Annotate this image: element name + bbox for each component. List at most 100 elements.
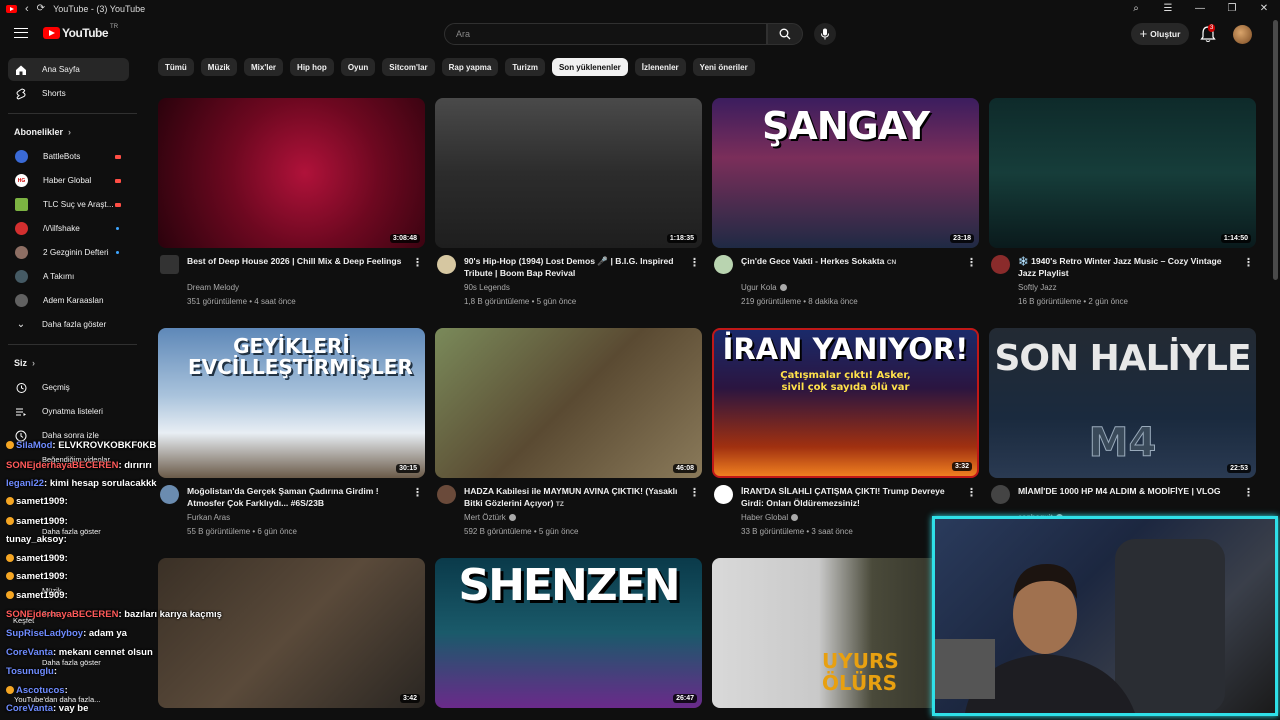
video-thumbnail[interactable]: 1:18:35 <box>435 98 702 248</box>
channel-name[interactable]: Mert Öztürk <box>464 513 516 522</box>
channel-name[interactable]: Ugur Kola <box>741 283 787 292</box>
video-thumbnail[interactable]: ŞANGAY 23:18 <box>712 98 979 248</box>
channel-avatar <box>15 246 28 259</box>
hamburger-menu-icon[interactable] <box>14 28 28 38</box>
sidebar-item-a-takimi[interactable]: A Takımı <box>8 265 129 288</box>
video-title[interactable]: MİAMİ'DE 1000 HP M4 ALDIM & MODİFİYE | V… <box>1018 485 1240 497</box>
video-thumbnail[interactable]: SHENZEN 26:47 <box>435 558 702 708</box>
video-stats: 16 B görüntüleme • 2 gün önce <box>1018 297 1128 306</box>
chat-badge-icon <box>6 497 14 506</box>
chip-gaming[interactable]: Oyun <box>340 58 376 76</box>
sidebar-item-home[interactable]: Ana Sayfa <box>8 58 129 81</box>
back-icon[interactable]: ‹ <box>25 3 29 15</box>
channel-avatar[interactable] <box>991 255 1010 274</box>
search-button[interactable] <box>767 23 803 45</box>
chip-tourism[interactable]: Turizm <box>505 58 545 76</box>
playlist-icon <box>15 406 27 418</box>
sidebar-item-playlists[interactable]: Oynatma listeleri <box>8 400 129 423</box>
sidebar-item-shorts[interactable]: Shorts <box>8 82 129 105</box>
more-options-icon[interactable]: ⋮ <box>689 256 700 269</box>
menu-icon[interactable]: ☰ <box>1152 3 1184 14</box>
chip-music[interactable]: Müzik <box>200 58 238 76</box>
channel-avatar[interactable] <box>437 255 456 274</box>
sidebar-item-battlebots[interactable]: BattleBots <box>8 145 129 168</box>
video-title[interactable]: İRAN'DA SİLAHLI ÇATIŞMA ÇIKTI! Trump Dev… <box>741 485 963 509</box>
thumbnail-caption: UYURS ÖLÜRS <box>822 649 899 695</box>
sidebar-show-more[interactable]: ⌄ Daha fazla göster <box>8 313 129 336</box>
more-options-icon[interactable]: ⋮ <box>412 486 423 499</box>
chat-text: : <box>64 571 68 582</box>
sidebar-item-history[interactable]: Geçmiş <box>8 376 129 399</box>
channel-avatar[interactable] <box>714 485 733 504</box>
video-thumbnail[interactable]: İRAN YANIYOR! Çatışmalar çıktı! Asker, s… <box>712 328 979 478</box>
video-title[interactable]: ❄️ 1940's Retro Winter Jazz Music – Cozy… <box>1018 255 1240 279</box>
sidebar-item-haber-global[interactable]: HG Haber Global <box>8 169 129 192</box>
more-options-icon[interactable]: ⋮ <box>412 256 423 269</box>
chip-recently-uploaded[interactable]: Son yüklenenler <box>551 58 628 76</box>
more-options-icon[interactable]: ⋮ <box>966 256 977 269</box>
chip-rap[interactable]: Rap yapma <box>441 58 499 76</box>
channel-avatar <box>15 222 28 235</box>
chip-mixes[interactable]: Mix'ler <box>244 58 284 76</box>
more-options-icon[interactable]: ⋮ <box>689 486 700 499</box>
duration-badge: 22:53 <box>1227 464 1251 473</box>
chip-hip-hop[interactable]: Hip hop <box>290 58 334 76</box>
reload-icon[interactable]: ⟳ <box>37 3 45 14</box>
sidebar-item-adem-karaaslan[interactable]: Adem Karaaslan <box>8 289 129 312</box>
youtube-logo[interactable]: YouTube TR <box>43 24 118 40</box>
chip-all[interactable]: Tümü <box>158 58 194 76</box>
more-options-icon[interactable]: ⋮ <box>1243 486 1254 499</box>
chat-text: : <box>53 666 58 677</box>
filter-chips-bar: Tümü Müzik Mix'ler Hip hop Oyun Sitcom'l… <box>158 58 755 76</box>
video-title[interactable]: Çin'de Gece Vakti - Herkes Sokakta CN <box>741 255 963 269</box>
sidebar-item-label: A Takımı <box>43 272 75 281</box>
shorts-icon <box>15 87 27 100</box>
sidebar-item-label: Haber Global <box>43 176 92 185</box>
chat-text: : adam ya <box>83 628 127 639</box>
chat-username: SupRiseLadyboy <box>6 628 84 639</box>
history-icon <box>15 382 27 394</box>
chip-sitcoms[interactable]: Sitcom'lar <box>382 58 435 76</box>
channel-avatar[interactable] <box>160 255 179 274</box>
chat-text: : <box>64 496 68 507</box>
sidebar-item-tlc[interactable]: TLC Suç ve Araşt... <box>8 193 129 216</box>
search-input[interactable] <box>445 24 745 44</box>
video-thumbnail[interactable]: 3:08:48 <box>158 98 425 248</box>
live-indicator-icon <box>115 202 121 207</box>
channel-avatar[interactable] <box>991 485 1010 504</box>
sidebar-item-milfshake[interactable]: /\/\ilfshake <box>8 217 129 240</box>
chip-watched[interactable]: İzlenenler <box>634 58 686 76</box>
voice-search-button[interactable] <box>814 23 836 45</box>
video-title[interactable]: 90's Hip-Hop (1994) Lost Demos 🎤 | B.I.G… <box>464 255 686 279</box>
channel-name[interactable]: 90s Legends <box>464 283 510 292</box>
chat-message: SilaMod: ELVKROVKOBKF0KB <box>6 440 156 451</box>
maximize-button[interactable]: ❐ <box>1216 3 1248 14</box>
page-scrollbar[interactable] <box>1273 20 1278 280</box>
channel-name[interactable]: Softly Jazz <box>1018 283 1057 292</box>
more-options-icon[interactable]: ⋮ <box>966 486 977 499</box>
video-thumbnail[interactable]: 46:08 <box>435 328 702 478</box>
more-options-icon[interactable]: ⋮ <box>1243 256 1254 269</box>
chat-badge-icon <box>6 591 14 600</box>
video-title[interactable]: HADZA Kabilesi ile MAYMUN AVINA ÇIKTIK! … <box>464 485 686 511</box>
chip-new-to-you[interactable]: Yeni öneriler <box>692 58 755 76</box>
channel-name[interactable]: Dream Melody <box>187 283 239 292</box>
sidebar-item-2-gezginin-defteri[interactable]: 2 Gezginin Defteri <box>8 241 129 264</box>
channel-avatar[interactable] <box>437 485 456 504</box>
channel-avatar[interactable] <box>714 255 733 274</box>
you-header[interactable]: Siz › <box>14 358 35 368</box>
sidebar-item-label: Daha sonra izle <box>42 431 99 440</box>
chat-username: samet1909 <box>16 590 65 601</box>
subscriptions-header[interactable]: Abonelikler › <box>14 127 71 137</box>
video-thumbnail[interactable]: SON HALİYLE M4 22:53 <box>989 328 1256 478</box>
channel-name[interactable]: Haber Global <box>741 513 799 522</box>
video-title[interactable]: Best of Deep House 2026 | Chill Mix & De… <box>187 255 409 267</box>
close-button[interactable]: ✕ <box>1248 3 1280 14</box>
sidebar-item-label: Ana Sayfa <box>42 65 80 74</box>
account-avatar[interactable] <box>1233 25 1252 44</box>
create-button[interactable]: + Oluştur <box>1131 23 1189 45</box>
video-thumbnail[interactable]: 1:14:50 <box>989 98 1256 248</box>
video-title[interactable]: Moğolistan'da Gerçek Şaman Çadırına Gird… <box>187 485 409 509</box>
minimize-button[interactable]: — <box>1184 3 1216 14</box>
find-icon[interactable]: ⌕ <box>1120 3 1152 14</box>
